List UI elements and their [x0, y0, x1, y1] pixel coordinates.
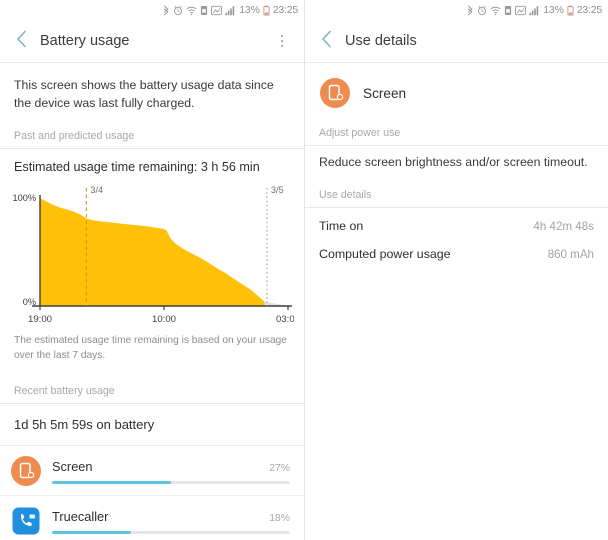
back-chevron-icon — [321, 30, 332, 53]
overflow-menu-icon — [280, 34, 284, 38]
page-title: Use details — [345, 33, 417, 49]
back-button[interactable] — [8, 28, 34, 54]
svg-text:3/4: 3/4 — [90, 185, 103, 195]
section-header-recent-usage: Recent battery usage — [0, 363, 304, 405]
battery-low-icon — [567, 5, 574, 16]
list-item-screen[interactable]: Screen 27% — [0, 446, 304, 497]
section-header-adjust-power: Adjust power use — [305, 123, 608, 146]
truecaller-phone-icon — [10, 505, 42, 537]
detail-app-header: Screen — [305, 63, 608, 123]
app-percent: 18% — [269, 513, 290, 525]
detail-key: Computed power usage — [319, 247, 451, 261]
chart-footnote: The estimated usage time remaining is ba… — [14, 335, 287, 361]
battery-duration-text: 1d 5h 5m 59s on battery — [0, 404, 304, 447]
intro-text: This screen shows the battery usage data… — [14, 78, 274, 111]
page-title: Battery usage — [40, 33, 130, 49]
detail-value: 4h 42m 48s — [533, 220, 594, 233]
signal-icon — [225, 5, 236, 16]
usage-progress-fill — [52, 481, 171, 484]
adjust-power-text: Reduce screen brightness and/or screen t… — [319, 155, 588, 169]
bluetooth-icon — [466, 5, 474, 16]
app-row-content: Truecaller 18% — [52, 509, 290, 534]
app-row-content: Screen 27% — [52, 459, 290, 484]
battery-chart-svg: 3/4 3/5 100% 0% 19:00 10:00 03:00 — [13, 185, 295, 325]
detail-key: Time on — [319, 219, 364, 233]
battery-usage-chart: 3/4 3/5 100% 0% 19:00 10:00 03:00 — [0, 178, 304, 330]
svg-text:100%: 100% — [13, 193, 37, 203]
overflow-dot — [280, 44, 284, 48]
overflow-dot — [280, 39, 284, 43]
detail-row-time-on: Time on 4h 42m 48s — [305, 208, 608, 243]
wifi-icon — [490, 5, 501, 16]
back-button[interactable] — [313, 28, 339, 54]
usage-progress-track — [52, 531, 290, 534]
status-bar: 13% 23:25 — [0, 0, 304, 20]
alarm-icon — [477, 5, 487, 16]
app-name: Truecaller — [52, 509, 109, 525]
alarm-icon — [173, 5, 183, 16]
battery-percent-text: 13% — [543, 4, 564, 16]
section-header-use-details: Use details — [305, 171, 608, 208]
svg-text:0%: 0% — [23, 297, 36, 307]
use-details-screen: 13% 23:25 Use details Screen Adjust powe… — [304, 0, 608, 540]
clock-text: 23:25 — [272, 4, 298, 16]
battery-percent-text: 13% — [239, 4, 260, 16]
signal-icon — [529, 5, 540, 16]
app-bar: Battery usage — [0, 20, 304, 62]
estimated-time-remaining: Estimated usage time remaining: 3 h 56 m… — [14, 160, 260, 175]
app-bar: Use details — [305, 20, 608, 62]
screenshot-icon — [515, 5, 527, 16]
screen-icon — [319, 77, 351, 109]
svg-text:10:00: 10:00 — [152, 314, 176, 325]
svg-text:03:00: 03:00 — [276, 314, 294, 325]
usage-progress-track — [52, 481, 290, 484]
usage-progress-fill — [52, 531, 131, 534]
back-chevron-icon — [16, 30, 27, 53]
detail-app-name: Screen — [363, 85, 407, 101]
clock-text: 23:25 — [576, 4, 602, 16]
detail-row-computed-power: Computed power usage 860 mAh — [305, 243, 608, 271]
battery-low-icon — [263, 5, 270, 16]
wifi-icon — [186, 5, 197, 16]
screenshot-icon — [211, 5, 223, 16]
section-header-past-usage: Past and predicted usage — [0, 114, 304, 150]
app-percent: 27% — [269, 463, 290, 475]
screen-icon — [10, 455, 42, 487]
app-row-header: Screen 27% — [52, 459, 290, 474]
list-item-truecaller[interactable]: Truecaller 18% — [0, 496, 304, 540]
svg-text:19:00: 19:00 — [28, 314, 52, 325]
status-bar: 13% 23:25 — [305, 0, 608, 20]
svg-text:3/5: 3/5 — [271, 185, 284, 195]
bluetooth-icon — [162, 5, 170, 16]
app-row-header: Truecaller 18% — [52, 509, 290, 524]
overflow-menu-button[interactable] — [270, 28, 294, 54]
sim-card-icon — [200, 5, 208, 16]
dual-screenshot-container: 13% 23:25 Battery usage This screen show… — [0, 0, 608, 540]
sim-card-icon — [504, 5, 512, 16]
app-name: Screen — [52, 459, 93, 475]
battery-usage-screen: 13% 23:25 Battery usage This screen show… — [0, 0, 304, 540]
detail-value: 860 mAh — [547, 248, 594, 261]
